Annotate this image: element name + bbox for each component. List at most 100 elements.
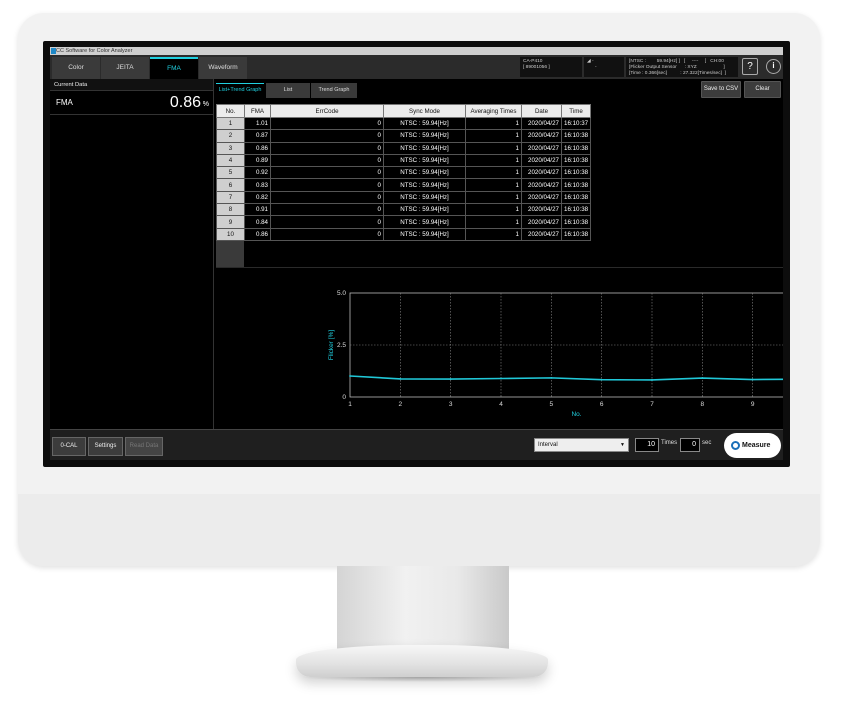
current-data-header: Current Data	[50, 79, 213, 91]
cell-date: 2020/04/27	[521, 190, 562, 205]
tab-waveform[interactable]: Waveform	[199, 57, 247, 79]
data-point	[550, 376, 553, 379]
times-input[interactable]: 10	[635, 438, 659, 452]
cell-sync-mode: NTSC : 59.94[Hz]	[383, 166, 466, 180]
cell-no: 1	[216, 116, 245, 131]
zero-cal-button[interactable]: 0-CAL	[52, 437, 86, 456]
cell-averaging-times: 1	[465, 178, 522, 192]
data-point	[751, 378, 754, 381]
table-row[interactable]: 7 0.82 0 NTSC : 59.94[Hz] 1 2020/04/27 16:10:3…	[216, 190, 592, 205]
probe-status-1: -	[592, 59, 594, 64]
device-model: CA-P410	[523, 59, 543, 64]
cell-sync-mode: NTSC : 59.94[Hz]	[383, 190, 466, 205]
x-tick-label: 2	[399, 401, 403, 408]
table-row[interactable]: 9 0.84 0 NTSC : 59.94[Hz] 1 2020/04/27 16:10:3…	[216, 215, 592, 229]
data-point	[600, 378, 603, 381]
current-data-label: FMA	[56, 98, 73, 107]
tab-color[interactable]: Color	[52, 57, 100, 79]
save-csv-button[interactable]: Save to CSV	[701, 81, 741, 98]
cell-fma: 0.86	[244, 227, 271, 241]
x-tick-label: 6	[600, 401, 604, 408]
cell-fma: 0.84	[244, 215, 271, 229]
col-fma[interactable]: FMA	[244, 104, 271, 118]
cell-time: 16:10:37	[560, 116, 592, 131]
status-line-3: [Time : 0.366[sec] : 27.322[Times/sec] ]	[629, 71, 726, 76]
cell-averaging-times: 1	[465, 227, 522, 241]
y-tick-label: 0	[342, 394, 346, 401]
chevron-down-icon: ▼	[620, 442, 625, 448]
table-header-row: No. FMA ErrCode Sync Mode Averaging Time…	[216, 104, 592, 118]
x-tick-label: 8	[701, 401, 705, 408]
cell-fma: 0.91	[244, 203, 271, 217]
col-time[interactable]: Time	[560, 104, 592, 118]
cell-sync-mode: NTSC : 59.94[Hz]	[383, 227, 466, 241]
cell-errcode: 0	[270, 141, 384, 155]
sec-input[interactable]: 0	[680, 438, 700, 452]
cell-date: 2020/04/27	[521, 203, 562, 217]
cell-no: 9	[216, 215, 245, 229]
table-row[interactable]: 8 0.91 0 NTSC : 59.94[Hz] 1 2020/04/27 16:10:3…	[216, 203, 592, 217]
tab-jeita[interactable]: JEITA	[101, 57, 149, 79]
measurement-status: [NTSC : 59.94[Hz] ] [ ---- ] CH:00 [Flic…	[626, 57, 738, 77]
cell-time: 16:10:38	[560, 215, 592, 229]
col-errcode[interactable]: ErrCode	[270, 104, 384, 118]
subtab-list[interactable]: List	[266, 83, 310, 98]
info-icon[interactable]: i	[766, 59, 781, 74]
cell-sync-mode: NTSC : 59.94[Hz]	[383, 215, 466, 229]
col-sync-mode[interactable]: Sync Mode	[383, 104, 466, 118]
cell-sync-mode: NTSC : 59.94[Hz]	[383, 178, 466, 192]
cell-averaging-times: 1	[465, 190, 522, 205]
series-line	[349, 375, 783, 381]
settings-button[interactable]: Settings	[88, 437, 123, 456]
table-row[interactable]: 10 0.86 0 NTSC : 59.94[Hz] 1 2020/04/27 16:10:…	[216, 227, 592, 241]
table-row[interactable]: 6 0.83 0 NTSC : 59.94[Hz] 1 2020/04/27 16:10:3…	[216, 178, 592, 192]
subtab-trend-graph[interactable]: Trend Graph	[311, 83, 357, 98]
cell-no: 7	[216, 190, 245, 205]
help-icon[interactable]: ?	[742, 58, 758, 75]
measure-mode-value: Interval	[538, 442, 558, 448]
table-row[interactable]: 5 0.92 0 NTSC : 59.94[Hz] 1 2020/04/27 16:10:3…	[216, 166, 592, 180]
cell-sync-mode: NTSC : 59.94[Hz]	[383, 203, 466, 217]
col-date[interactable]: Date	[521, 104, 562, 118]
probe-info: ◢ - -	[584, 57, 624, 77]
data-point	[349, 375, 351, 377]
subtab-list-trend[interactable]: List+Trend Graph	[216, 83, 264, 98]
cell-fma: 0.92	[244, 166, 271, 180]
current-data-panel: Current Data FMA 0.86 %	[50, 79, 214, 429]
tab-fma[interactable]: FMA	[150, 57, 198, 79]
times-unit-label: Times	[661, 440, 678, 446]
x-tick-label: 1	[348, 401, 352, 408]
table-row[interactable]: 1 1.01 0 NTSC : 59.94[Hz] 1 2020/04/27 16:10:3…	[216, 116, 592, 131]
current-data-row: FMA 0.86 %	[50, 91, 213, 115]
cell-errcode: 0	[270, 116, 384, 131]
data-point	[449, 378, 452, 381]
device-serial: [ 89001056 ]	[523, 65, 550, 70]
cell-averaging-times: 1	[465, 141, 522, 155]
cell-no: 3	[216, 141, 245, 155]
table-row[interactable]: 4 0.89 0 NTSC : 59.94[Hz] 1 2020/04/27 16:10:3…	[216, 153, 592, 168]
cell-no: 10	[216, 227, 245, 241]
current-data-unit: %	[202, 101, 209, 108]
cell-errcode: 0	[270, 227, 384, 241]
cell-time: 16:10:38	[560, 166, 592, 180]
col-averaging-times[interactable]: Averaging Times	[465, 104, 522, 118]
cell-date: 2020/04/27	[521, 215, 562, 229]
clear-button[interactable]: Clear	[744, 81, 781, 98]
trend-chart: 1234567891002.55.0No.Flicker [%]	[328, 290, 783, 418]
measure-mode-select[interactable]: Interval ▼	[534, 438, 629, 452]
table-row[interactable]: 2 0.87 0 NTSC : 59.94[Hz] 1 2020/04/27 16:10:3…	[216, 129, 592, 143]
cell-errcode: 0	[270, 215, 384, 229]
cell-fma: 0.83	[244, 178, 271, 192]
probe-status-2: -	[595, 65, 597, 70]
col-no[interactable]: No.	[216, 104, 245, 118]
cell-averaging-times: 1	[465, 153, 522, 168]
cell-averaging-times: 1	[465, 203, 522, 217]
read-data-button[interactable]: Read Data	[125, 437, 163, 456]
measure-button[interactable]: Measure	[724, 433, 781, 458]
measure-icon	[731, 441, 740, 450]
cell-date: 2020/04/27	[521, 227, 562, 241]
cell-sync-mode: NTSC : 59.94[Hz]	[383, 141, 466, 155]
cell-sync-mode: NTSC : 59.94[Hz]	[383, 116, 466, 131]
cell-date: 2020/04/27	[521, 116, 562, 131]
table-row[interactable]: 3 0.86 0 NTSC : 59.94[Hz] 1 2020/04/27 16:10:3…	[216, 141, 592, 155]
